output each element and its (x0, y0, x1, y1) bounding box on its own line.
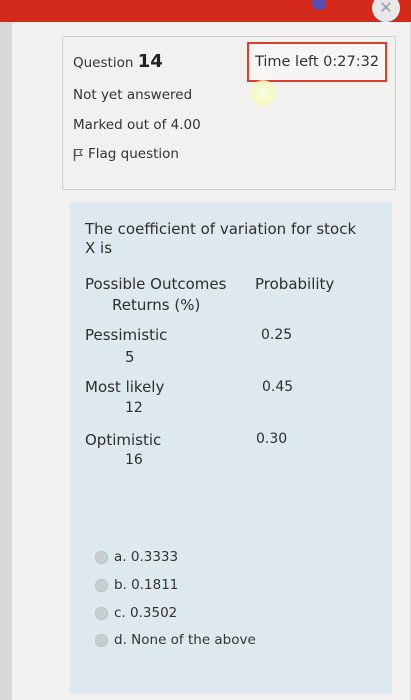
table-header-returns: Returns (%) (112, 296, 201, 314)
question-label: Question (73, 55, 134, 71)
row-return: 16 (125, 452, 143, 468)
radio-icon[interactable] (95, 606, 108, 620)
answer-label: a. 0.3333 (114, 549, 179, 565)
question-content-card: The coefficient of variation for stock X… (70, 202, 392, 694)
answer-option-b[interactable]: b. 0.1811 (95, 577, 178, 593)
question-heading: Question 14 (73, 51, 163, 72)
answer-option-c[interactable]: c. 0.3502 (95, 605, 177, 621)
row-outcome: Optimistic (85, 431, 162, 449)
table-header-outcomes: Possible Outcomes (85, 275, 227, 293)
row-outcome: Pessimistic (85, 326, 168, 344)
quiz-screen: Question 14 Not yet answered Marked out … (12, 22, 410, 700)
table-header-probability: Probability (255, 275, 335, 293)
row-return: 12 (125, 400, 143, 416)
radio-icon[interactable] (95, 633, 108, 647)
browser-top-bar: ✕ (0, 0, 411, 22)
close-icon[interactable]: ✕ (372, 0, 400, 22)
answer-option-a[interactable]: a. 0.3333 (95, 549, 178, 565)
row-outcome: Most likely (85, 378, 165, 396)
prompt-line-2: X is (85, 239, 113, 257)
flag-question-label: Flag question (88, 146, 179, 162)
radio-icon[interactable] (95, 550, 108, 564)
answer-option-d[interactable]: d. None of the above (95, 632, 256, 648)
answer-label: b. 0.1811 (114, 577, 179, 593)
row-probability: 0.25 (261, 327, 293, 343)
row-probability: 0.30 (256, 431, 288, 447)
row-probability: 0.45 (262, 379, 294, 395)
notification-dot-icon (312, 0, 326, 10)
question-number: 14 (137, 51, 163, 72)
answer-label: d. None of the above (114, 632, 256, 648)
flag-icon (73, 148, 83, 161)
time-left-timer: Time left 0:27:32 (247, 42, 387, 82)
answer-label: c. 0.3502 (114, 605, 178, 621)
flag-question-link[interactable]: Flag question (73, 146, 179, 162)
prompt-line-1: The coefficient of variation for stock (85, 220, 357, 238)
question-status: Not yet answered (73, 87, 193, 103)
light-glare (250, 80, 276, 106)
radio-icon[interactable] (95, 578, 108, 592)
row-return: 5 (125, 348, 135, 366)
question-marks: Marked out of 4.00 (73, 117, 201, 133)
